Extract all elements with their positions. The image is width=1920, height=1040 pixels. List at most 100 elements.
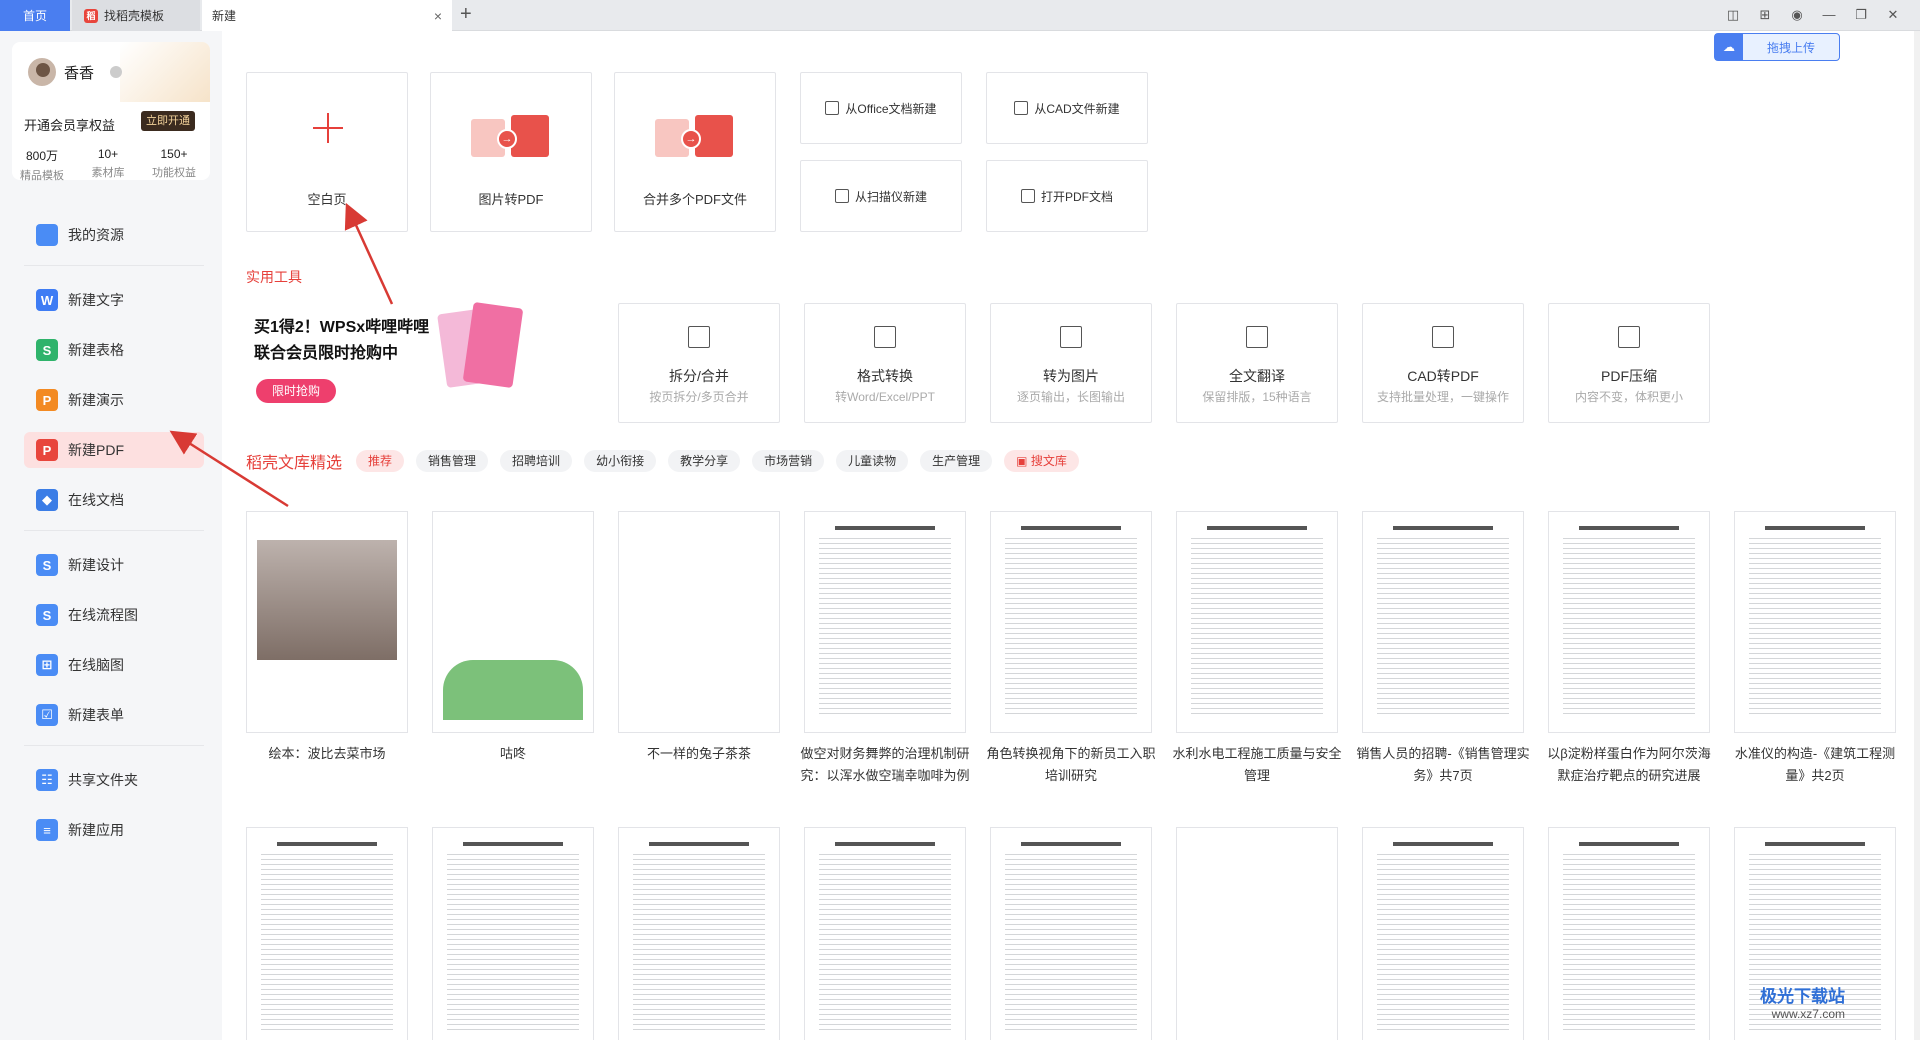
stat-label: 精品模板 bbox=[20, 170, 64, 182]
doc-thumbnail bbox=[804, 511, 966, 733]
scrollbar[interactable] bbox=[1914, 31, 1920, 1040]
add-tab-button[interactable]: + bbox=[460, 3, 472, 26]
chip-recommended[interactable]: 推荐 bbox=[356, 450, 405, 472]
cloud-upload-icon: ☁ bbox=[1715, 34, 1743, 60]
tool-to-image[interactable]: 转为图片 逐页输出，长图输出 bbox=[990, 303, 1152, 423]
tool-name: 转为图片 bbox=[1043, 368, 1099, 384]
minimize-icon[interactable]: — bbox=[1820, 7, 1838, 23]
tab-close-icon[interactable]: × bbox=[434, 8, 442, 24]
chip-teaching[interactable]: 教学分享 bbox=[668, 450, 741, 472]
app-window: 首页 稻 找稻壳模板 新建 × + ◫ ⊞ ◉ — ❐ ✕ 香香 开通会员享权益… bbox=[0, 0, 1920, 1040]
sidebar-item-mindmap[interactable]: ⊞ 在线脑图 bbox=[24, 647, 204, 683]
doc-title: 水准仪的构造-《建筑工程测量》共2页 bbox=[1734, 746, 1896, 783]
chip-kindergarten[interactable]: 幼小衔接 bbox=[584, 450, 657, 472]
chip-marketing[interactable]: 市场营销 bbox=[752, 450, 825, 472]
image-to-pdf-card[interactable]: → 图片转PDF bbox=[430, 72, 592, 232]
chip-production[interactable]: 生产管理 bbox=[920, 450, 993, 472]
doc-title: 以β淀粉样蛋白作为阿尔茨海默症治疗靶点的研究进展 bbox=[1547, 746, 1711, 783]
sidebar-item-shared-folder[interactable]: ☷ 共享文件夹 bbox=[24, 762, 204, 798]
sidebar-item-flowchart[interactable]: S 在线流程图 bbox=[24, 597, 204, 633]
chip-sales[interactable]: 销售管理 bbox=[416, 450, 489, 472]
chip-recruit[interactable]: 招聘培训 bbox=[500, 450, 573, 472]
online-doc-icon: ◆ bbox=[36, 489, 58, 511]
promo-line2: 联合会员限时抢购中 bbox=[254, 345, 399, 362]
doc-thumbnail bbox=[1548, 511, 1710, 733]
tool-desc: 支持批量处理，一键操作 bbox=[1376, 390, 1509, 404]
grid-icon[interactable]: ⊞ bbox=[1756, 7, 1774, 23]
stat-label: 功能权益 bbox=[152, 167, 196, 179]
sidebar-item-label: 新建表格 bbox=[68, 342, 124, 358]
layout-icon[interactable]: ◫ bbox=[1724, 7, 1742, 23]
doc-title: 绘本：波比去菜市场 bbox=[268, 746, 386, 761]
doc-title: 销售人员的招聘-《销售管理实务》共7页 bbox=[1356, 746, 1530, 783]
merge-pdf-card[interactable]: → 合并多个PDF文件 bbox=[614, 72, 776, 232]
tool-desc: 逐页输出，长图输出 bbox=[1016, 390, 1125, 404]
folder-icon bbox=[36, 224, 58, 246]
sidebar-item-new-app[interactable]: ≡ 新建应用 bbox=[24, 812, 204, 848]
sidebar-item-label: 新建应用 bbox=[68, 822, 124, 838]
main-content: 空白页 → 图片转PDF → 合并多个PDF文件 从Office文档新建 从CA… bbox=[222, 31, 1920, 1040]
merge-pdf-icon: → bbox=[655, 115, 735, 159]
from-cad-button[interactable]: 从CAD文件新建 bbox=[986, 72, 1148, 144]
blank-page-card[interactable]: 空白页 bbox=[246, 72, 408, 232]
tab-template[interactable]: 稻 找稻壳模板 bbox=[72, 0, 200, 31]
doc-thumbnail bbox=[618, 511, 780, 733]
chip-children[interactable]: 儿童读物 bbox=[836, 450, 909, 472]
doc-thumbnail bbox=[432, 511, 594, 733]
avatar-mini-icon[interactable]: ◉ bbox=[1788, 7, 1806, 23]
sidebar-item-new-writer[interactable]: W 新建文字 bbox=[24, 282, 204, 318]
sidebar-item-new-pdf[interactable]: P 新建PDF bbox=[24, 432, 204, 468]
tab-new[interactable]: 新建 × bbox=[202, 0, 452, 31]
promo-buy-button[interactable]: 限时抢购 bbox=[256, 379, 336, 403]
close-window-icon[interactable]: ✕ bbox=[1884, 7, 1902, 23]
tab-home[interactable]: 首页 bbox=[0, 0, 70, 31]
sidebar-item-label: 我的资源 bbox=[68, 227, 124, 243]
sidebar-item-new-design[interactable]: S 新建设计 bbox=[24, 547, 204, 583]
tool-split-merge[interactable]: 拆分/合并 按页拆分/多页合并 bbox=[618, 303, 780, 423]
sidebar-item-my-resources[interactable]: 我的资源 bbox=[24, 217, 204, 253]
sidebar-item-online-doc[interactable]: ◆ 在线文档 bbox=[24, 482, 204, 518]
tool-format-convert[interactable]: 格式转换 转Word/Excel/PPT bbox=[804, 303, 966, 423]
tab-template-label: 找稻壳模板 bbox=[104, 9, 165, 23]
doc-thumbnail bbox=[1734, 511, 1896, 733]
blank-page-label: 空白页 bbox=[307, 192, 347, 207]
tools-section-title: 实用工具 bbox=[246, 269, 302, 285]
restore-icon[interactable]: ❐ bbox=[1852, 7, 1870, 23]
watermark: 极光下载站 www.xz7.com bbox=[1760, 982, 1845, 1021]
tool-translate[interactable]: 全文翻译 保留排版，15种语言 bbox=[1176, 303, 1338, 423]
stat-templates[interactable]: 800万 精品模板 bbox=[12, 147, 72, 183]
doc-title: 咕咚 bbox=[499, 746, 526, 761]
tool-pdf-compress[interactable]: PDF压缩 内容不变，体积更小 bbox=[1548, 303, 1710, 423]
doc-thumbnail bbox=[1176, 511, 1338, 733]
tool-cad-to-pdf[interactable]: CAD转PDF 支持批量处理，一键操作 bbox=[1362, 303, 1524, 423]
doc-thumbnail bbox=[1548, 827, 1710, 1040]
open-pdf-label: 打开PDF文档 bbox=[1040, 189, 1113, 204]
library-title: 稻壳文库精选 bbox=[246, 455, 343, 472]
convert-icon bbox=[874, 326, 896, 348]
sidebar-item-new-sheet[interactable]: S 新建表格 bbox=[24, 332, 204, 368]
open-membership-button[interactable]: 立即开通 bbox=[141, 111, 195, 131]
avatar[interactable] bbox=[26, 56, 58, 88]
sidebar-item-label: 新建PDF bbox=[68, 442, 124, 458]
search-library-chip[interactable]: ▣ 搜文库 bbox=[1004, 450, 1079, 472]
promo-banner[interactable]: 买1得2！WPSx哔哩哔哩 联合会员限时抢购中 限时抢购 bbox=[246, 299, 524, 419]
user-name: 香香 bbox=[64, 65, 95, 82]
search-library-label: 搜文库 bbox=[1030, 454, 1067, 468]
promo-line1: 买1得2！WPSx哔哩哔哩 bbox=[254, 319, 430, 336]
sheet-icon: S bbox=[36, 339, 58, 361]
open-pdf-button[interactable]: 打开PDF文档 bbox=[986, 160, 1148, 232]
doc-thumbnail bbox=[990, 827, 1152, 1040]
from-office-button[interactable]: 从Office文档新建 bbox=[800, 72, 962, 144]
divider bbox=[24, 745, 204, 746]
drag-upload-button[interactable]: ☁ 拖拽上传 bbox=[1714, 33, 1840, 61]
shared-folder-icon: ☷ bbox=[36, 769, 58, 791]
sidebar-item-new-form[interactable]: ☑ 新建表单 bbox=[24, 697, 204, 733]
stat-features[interactable]: 150+ 功能权益 bbox=[144, 147, 204, 180]
from-cad-label: 从CAD文件新建 bbox=[1034, 101, 1120, 116]
doc-title: 水利水电工程施工质量与安全管理 bbox=[1172, 746, 1342, 783]
tool-name: 拆分/合并 bbox=[669, 368, 729, 384]
from-scanner-button[interactable]: 从扫描仪新建 bbox=[800, 160, 962, 232]
stat-materials[interactable]: 10+ 素材库 bbox=[78, 147, 138, 180]
flowchart-icon: S bbox=[36, 604, 58, 626]
sidebar-item-new-slides[interactable]: P 新建演示 bbox=[24, 382, 204, 418]
